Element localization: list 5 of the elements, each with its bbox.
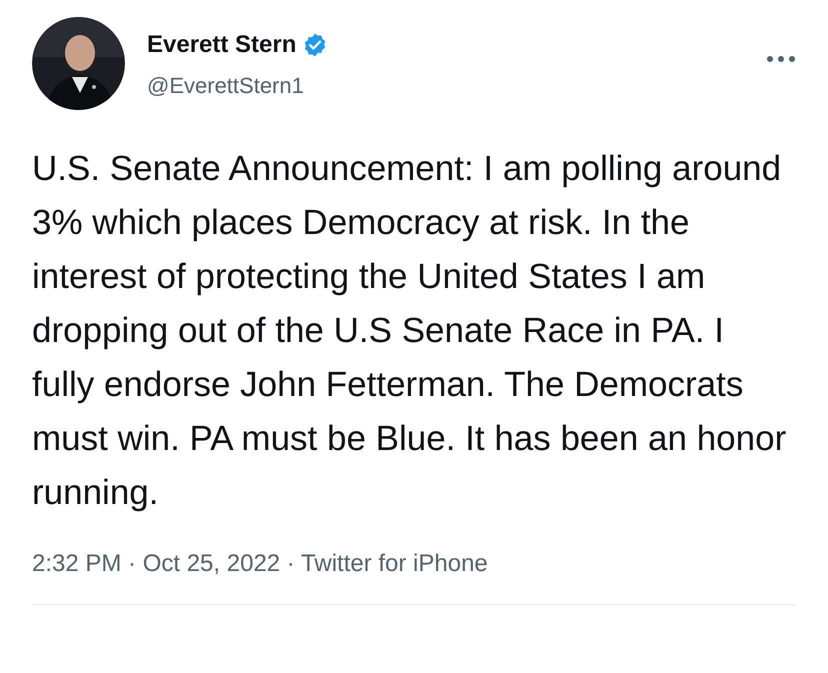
author-name[interactable]: Everett Stern [147,27,296,63]
more-icon[interactable] [766,55,796,63]
tweet-timestamp[interactable]: 2:32 PM · Oct 25, 2022 · Twitter for iPhone [32,546,796,582]
tweet-text: U.S. Senate Announcement: I am polling around 3% which places Democracy at risk. In the interest of protecting the United States I am dropping out of the U.S Senate Race in PA. I fully endorse John Fetterman. The Democrats must win. PA must be Blue. It has been an honor running. [32,148,788,514]
author-handle[interactable]: @EverettStern1 [147,69,766,102]
